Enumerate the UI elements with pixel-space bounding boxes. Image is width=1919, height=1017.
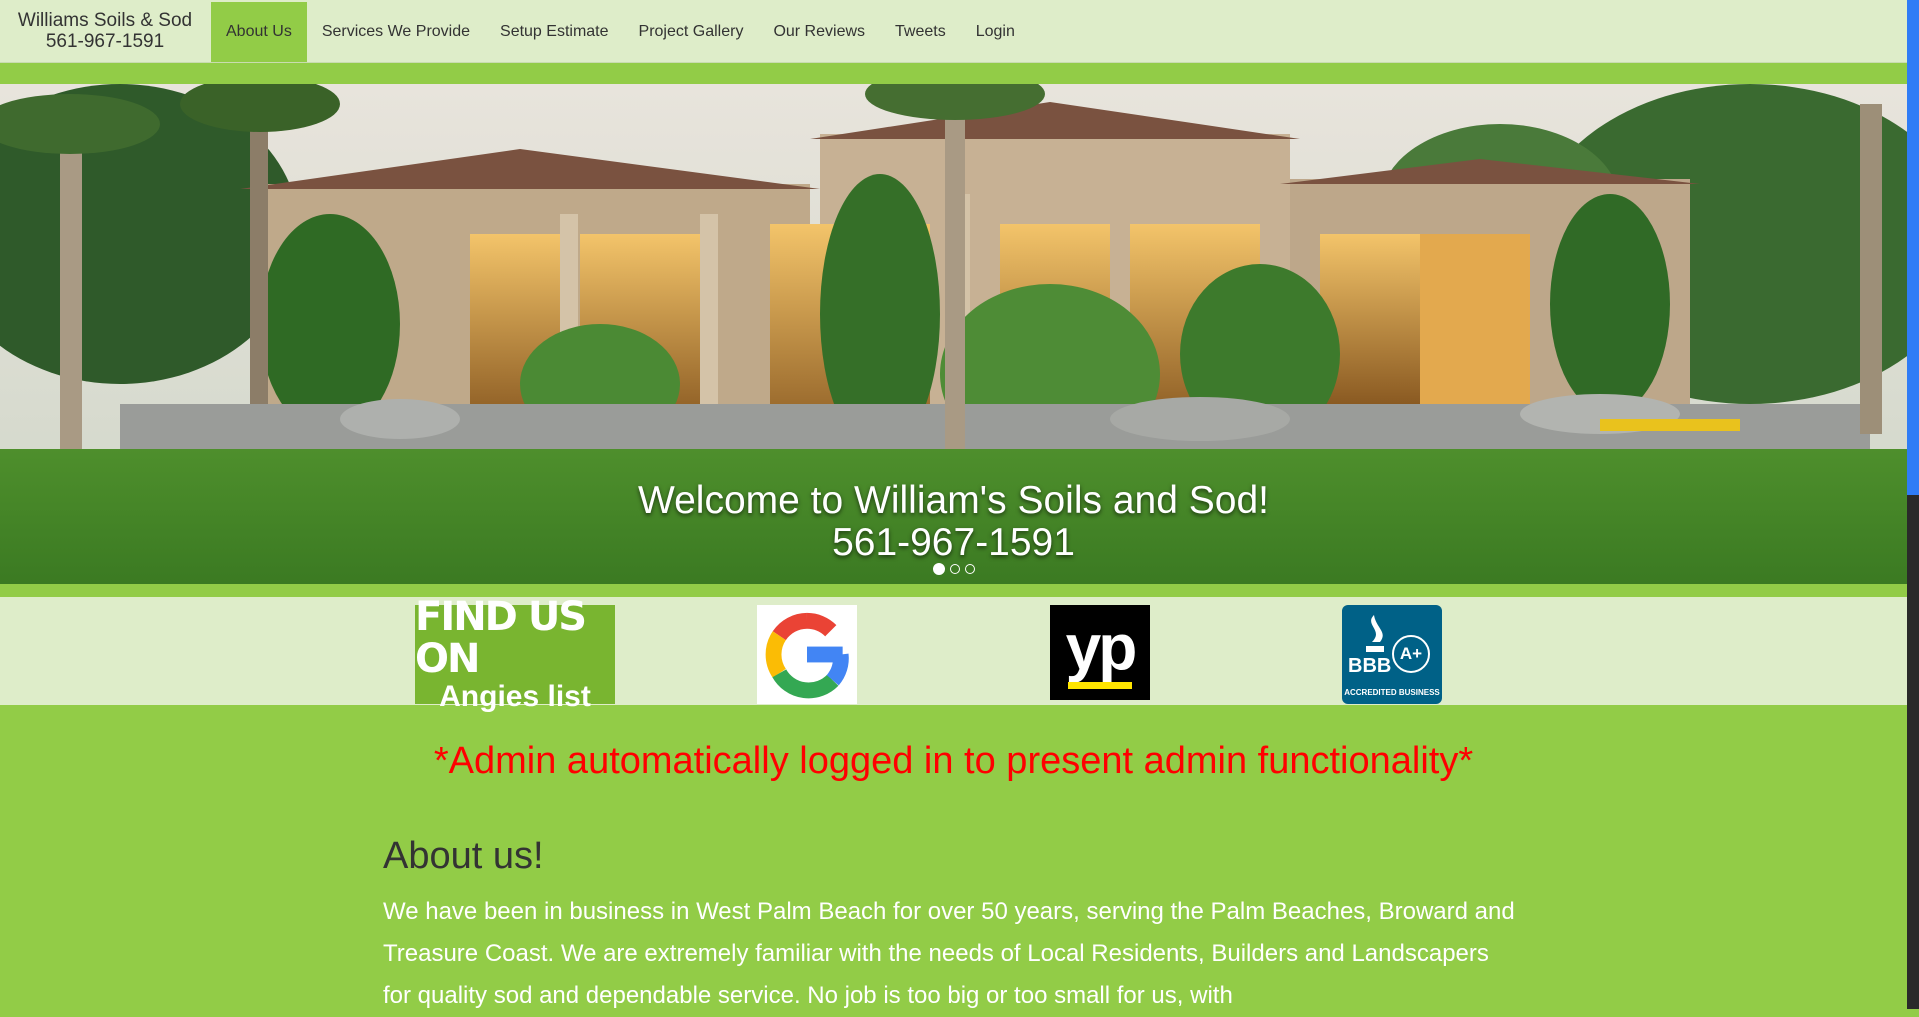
google-g-icon bbox=[765, 612, 849, 699]
bbb-rating: A+ bbox=[1392, 635, 1430, 673]
nav-item-setup-estimate[interactable]: Setup Estimate bbox=[485, 2, 624, 62]
review-badges: FIND US ON Angies list yp BBB A+ ACCREDI… bbox=[0, 596, 1907, 713]
nav-label: Our Reviews bbox=[773, 23, 866, 40]
hero-caption-phone: 561-967-1591 bbox=[832, 521, 1075, 564]
nav-label: About Us bbox=[226, 23, 292, 40]
google-badge[interactable] bbox=[757, 605, 857, 704]
nav-label: Login bbox=[975, 23, 1015, 40]
nav-item-tweets[interactable]: Tweets bbox=[880, 2, 961, 62]
nav-item-login[interactable]: Login bbox=[961, 2, 1030, 62]
bbb-torch-icon bbox=[1366, 615, 1384, 652]
nav-label: Tweets bbox=[895, 23, 946, 40]
scrollbar-thumb[interactable] bbox=[1907, 0, 1919, 495]
carousel-indicator-3[interactable] bbox=[964, 564, 975, 574]
navbar: Williams Soils & Sod 561-967-1591 About … bbox=[0, 0, 1907, 63]
about-heading: About us! bbox=[383, 835, 544, 877]
angies-logo-text: Angies list bbox=[439, 679, 591, 713]
angies-list-badge[interactable]: FIND US ON Angies list bbox=[415, 596, 615, 713]
bbb-badge[interactable]: BBB A+ ACCREDITED BUSINESS bbox=[1342, 605, 1442, 704]
yp-underline bbox=[1068, 682, 1132, 689]
yp-logo-text: yp bbox=[1065, 611, 1138, 683]
hero-caption-title: Welcome to William's Soils and Sod! bbox=[638, 479, 1269, 522]
carousel-indicator-1[interactable] bbox=[932, 563, 945, 575]
brand-phone: 561-967-1591 bbox=[45, 31, 165, 52]
nav-label: Setup Estimate bbox=[500, 23, 609, 40]
bbb-caption: ACCREDITED BUSINESS bbox=[1344, 688, 1440, 697]
about-body: We have been in business in West Palm Be… bbox=[383, 898, 1515, 1009]
carousel-indicator-2[interactable] bbox=[949, 564, 960, 574]
admin-notice: *Admin automatically logged in to presen… bbox=[433, 740, 1474, 782]
yellow-pages-badge[interactable]: yp bbox=[1050, 605, 1150, 700]
nav-item-project-gallery[interactable]: Project Gallery bbox=[624, 2, 759, 62]
nav-item-services[interactable]: Services We Provide bbox=[307, 2, 485, 62]
nav-item-our-reviews[interactable]: Our Reviews bbox=[758, 2, 880, 62]
nav-label: Project Gallery bbox=[638, 23, 744, 40]
hero-carousel[interactable]: Welcome to William's Soils and Sod! 561-… bbox=[0, 84, 1907, 584]
carousel-indicators bbox=[0, 563, 1907, 578]
angies-headline: FIND US ON bbox=[415, 593, 587, 682]
nav-item-about-us[interactable]: About Us bbox=[211, 2, 307, 62]
nav-menu: About Us Services We Provide Setup Estim… bbox=[211, 2, 1030, 62]
bbb-logo-text: BBB bbox=[1348, 655, 1392, 677]
brand[interactable]: Williams Soils & Sod 561-967-1591 bbox=[0, 0, 210, 62]
nav-label: Services We Provide bbox=[321, 23, 471, 40]
brand-name: Williams Soils & Sod bbox=[17, 10, 193, 31]
